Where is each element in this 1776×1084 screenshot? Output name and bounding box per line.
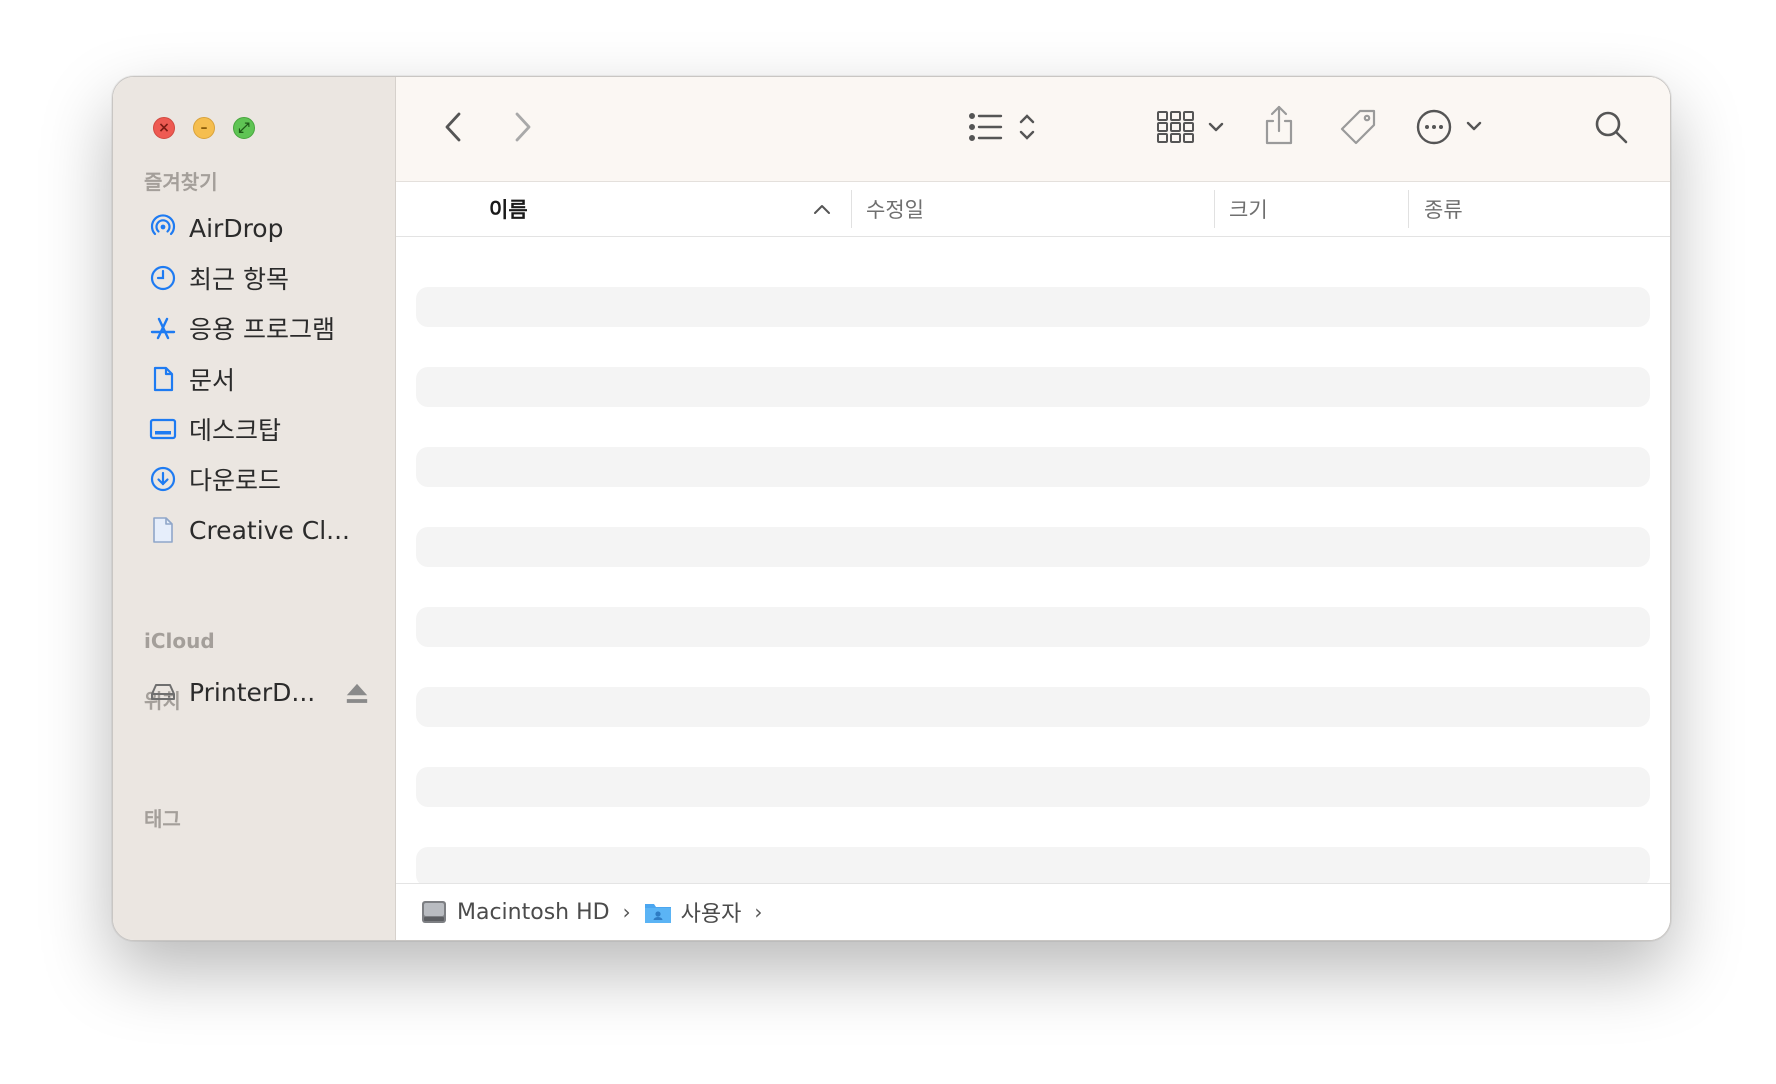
placeholder-row	[416, 607, 1650, 647]
clock-icon	[150, 265, 176, 291]
column-divider[interactable]	[1408, 190, 1409, 228]
main-content: 이름 수정일 크기 종류 Macintosh HD › 사용자 ›	[396, 77, 1670, 940]
chevron-right-icon: ›	[754, 900, 763, 924]
column-header: 이름 수정일 크기 종류	[396, 182, 1670, 237]
placeholder-row	[416, 847, 1650, 887]
sidebar-item-label: PrinterD...	[189, 677, 316, 707]
download-icon	[150, 466, 176, 492]
sidebar-item-desktop[interactable]: 데스크탑	[149, 409, 379, 449]
column-modified[interactable]: 수정일	[866, 182, 924, 236]
column-divider[interactable]	[1214, 190, 1215, 228]
sort-ascending-icon	[814, 205, 830, 214]
forward-button[interactable]	[506, 107, 540, 147]
window-controls: × – ⤢	[153, 117, 255, 139]
fullscreen-button[interactable]: ⤢	[233, 117, 255, 139]
placeholder-row	[416, 687, 1650, 727]
drive-icon	[151, 684, 175, 700]
chevron-right-icon: ›	[622, 900, 631, 924]
back-button[interactable]	[436, 107, 470, 147]
tag-button[interactable]	[1336, 105, 1380, 149]
ellipsis-circle-icon	[1416, 109, 1482, 145]
file-list	[416, 237, 1650, 940]
path-item-macintosh-hd[interactable]: Macintosh HD	[457, 900, 610, 925]
sidebar-item-label: AirDrop	[189, 213, 284, 243]
column-size[interactable]: 크기	[1229, 182, 1268, 236]
applications-icon	[150, 317, 176, 340]
chevron-left-icon	[445, 112, 461, 142]
share-button[interactable]	[1259, 99, 1299, 151]
group-button[interactable]	[1156, 105, 1236, 149]
file-icon	[153, 517, 173, 543]
placeholder-row	[416, 447, 1650, 487]
more-actions-button[interactable]	[1416, 105, 1492, 149]
tags-header: 태그	[144, 807, 181, 831]
search-button[interactable]	[1591, 107, 1631, 147]
minimize-button[interactable]: –	[193, 117, 215, 139]
sidebar-item-label: Creative Cl...	[189, 515, 350, 545]
finder-window: × – ⤢ 즐겨찾기 AirDrop 최근 항목 응용 프로그램 문서 데스크탑…	[112, 76, 1671, 941]
placeholder-row	[416, 767, 1650, 807]
eject-icon[interactable]	[343, 680, 371, 708]
tag-icon	[1340, 109, 1376, 145]
sidebar-item-label: 문서	[189, 366, 236, 395]
placeholder-row	[416, 367, 1650, 407]
airdrop-icon	[150, 214, 176, 236]
minimize-icon: –	[200, 120, 208, 136]
document-icon	[153, 366, 174, 392]
chevron-right-icon	[515, 112, 531, 142]
fullscreen-icon: ⤢	[238, 120, 250, 136]
sidebar-item-documents[interactable]: 문서	[149, 359, 379, 399]
share-icon	[1265, 105, 1293, 145]
path-item-users[interactable]: 사용자	[681, 896, 742, 928]
desktop-icon	[149, 418, 177, 440]
sidebar-item-recents[interactable]: 최근 항목	[149, 258, 379, 298]
sidebar-item-label: 응용 프로그램	[189, 315, 335, 344]
sidebar-item-downloads[interactable]: 다운로드	[149, 459, 379, 499]
search-icon	[1595, 111, 1628, 144]
close-button[interactable]: ×	[153, 117, 175, 139]
hard-drive-icon	[422, 901, 446, 923]
sidebar-item-printer-drive[interactable]: PrinterD...	[149, 672, 379, 712]
list-view-icon	[968, 112, 1035, 142]
icloud-header: iCloud	[144, 629, 215, 653]
placeholder-row	[416, 287, 1650, 327]
view-mode-button[interactable]	[966, 105, 1046, 149]
grid-view-icon	[1157, 111, 1224, 143]
column-name[interactable]: 이름	[489, 182, 528, 236]
sidebar-item-label: 최근 항목	[189, 265, 289, 294]
sidebar-item-applications[interactable]: 응용 프로그램	[149, 308, 379, 348]
path-bar: Macintosh HD › 사용자 ›	[396, 883, 1670, 940]
column-kind[interactable]: 종류	[1424, 182, 1463, 236]
users-folder-icon	[644, 904, 671, 923]
sidebar-item-creative-cloud[interactable]: Creative Cl...	[149, 510, 379, 550]
favorites-header: 즐겨찾기	[144, 170, 218, 194]
sidebar: × – ⤢ 즐겨찾기 AirDrop 최근 항목 응용 프로그램 문서 데스크탑…	[113, 77, 396, 940]
toolbar	[396, 77, 1670, 182]
sidebar-item-label: 데스크탑	[189, 416, 282, 445]
sidebar-item-label: 다운로드	[189, 466, 282, 495]
placeholder-row	[416, 527, 1650, 567]
sidebar-item-airdrop[interactable]: AirDrop	[149, 208, 379, 248]
column-divider[interactable]	[851, 190, 852, 228]
close-icon: ×	[158, 120, 170, 136]
